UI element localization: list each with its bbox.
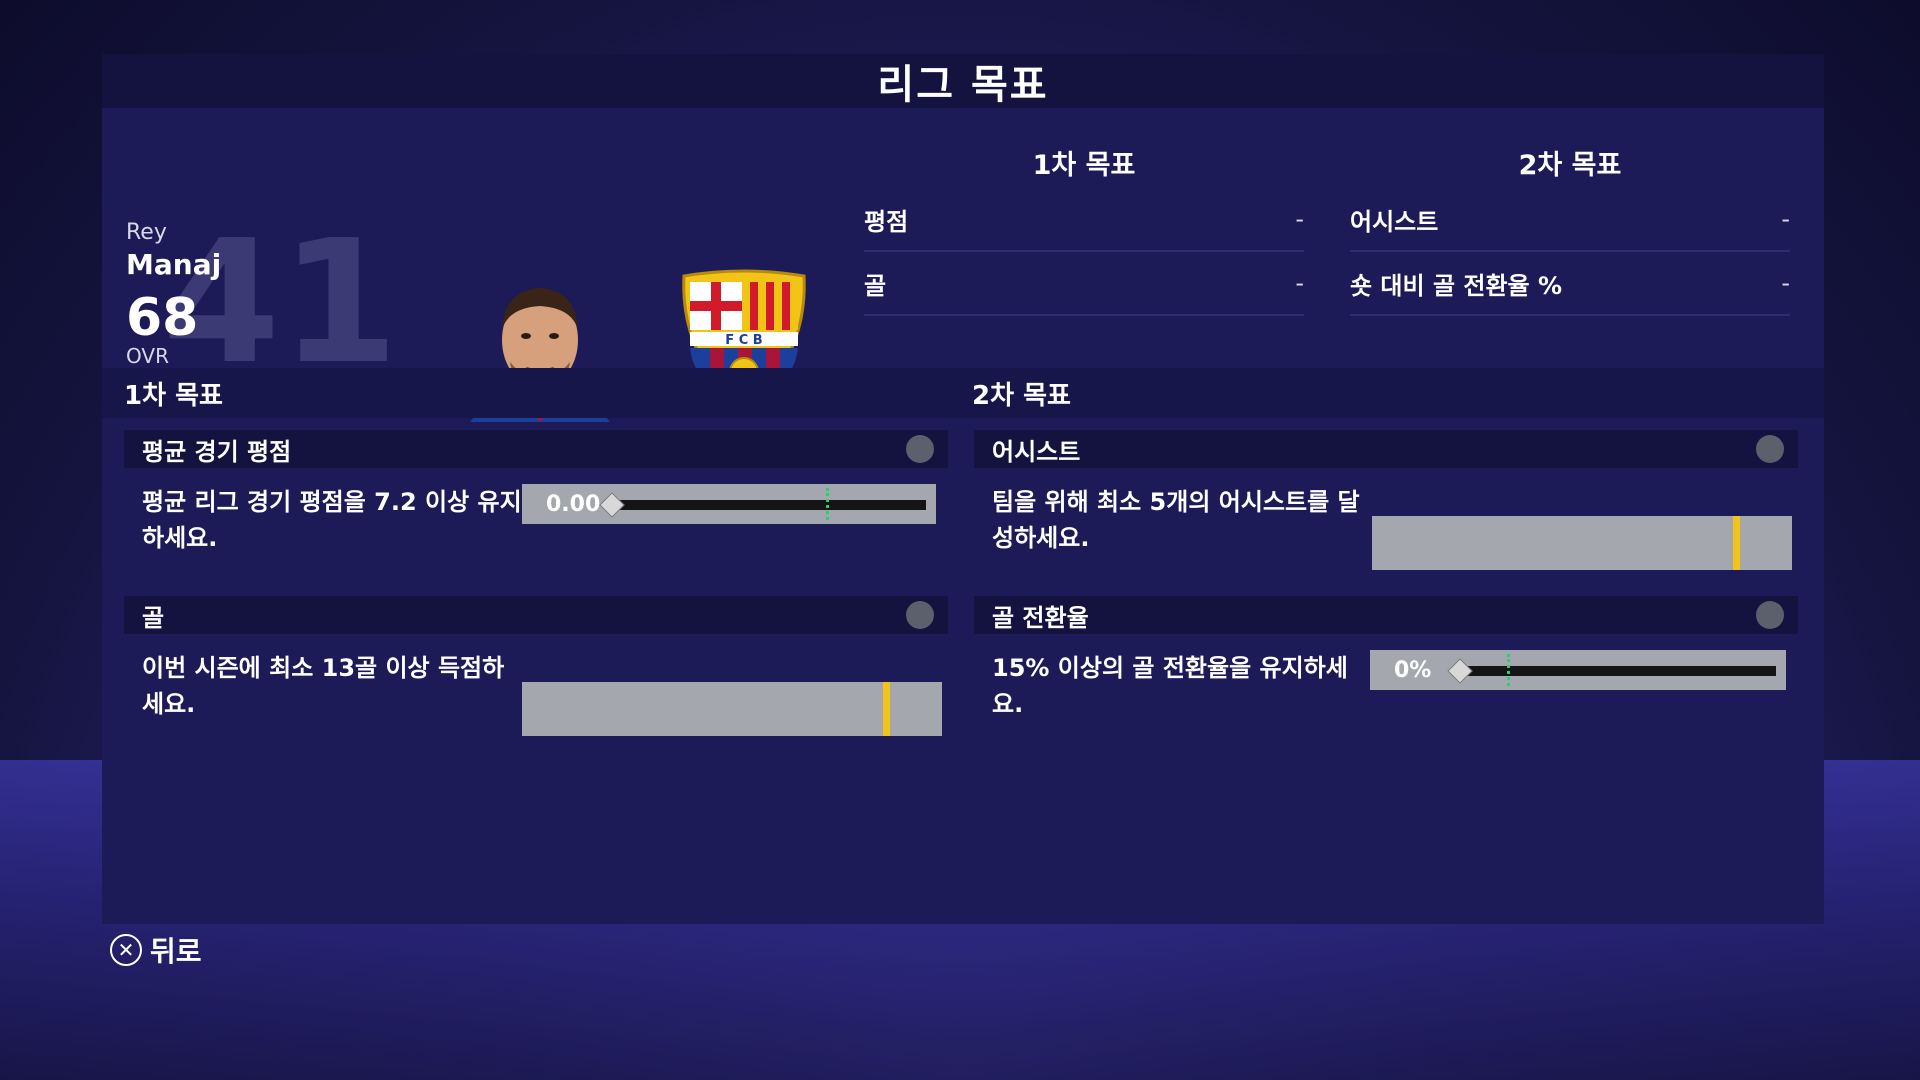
summary-row-label: 평점 <box>864 207 909 236</box>
svg-text:F C B: F C B <box>725 333 762 348</box>
primary-section-title: 1차 목표 <box>124 380 223 411</box>
page-title: 리그 목표 <box>877 62 1049 108</box>
objective-card-conversion[interactable]: 골 전환율 15% 이상의 골 전환율을 유지하세요. 0% <box>974 596 1798 746</box>
objective-header: 골 <box>124 596 948 634</box>
summary-secondary-heading: 2차 목표 <box>1518 150 1622 181</box>
cross-button-icon: ✕ <box>110 934 142 966</box>
slider-thumb-icon <box>599 492 625 518</box>
player-first-name: Rey <box>126 220 167 245</box>
page-title-bar: 리그 목표 <box>102 54 1824 108</box>
objective-progress-slider: 0.00 <box>522 484 936 524</box>
objective-status-indicator <box>1756 601 1784 629</box>
summary-row: 숏 대비 골 전환율 % - <box>1350 252 1790 316</box>
summary-row-label: 숏 대비 골 전환율 % <box>1350 271 1563 300</box>
objective-description: 팀을 위해 최소 5개의 어시스트를 달성하세요. <box>992 488 1360 552</box>
league-objectives-panel: 리그 목표 41 Rey Manaj 68 OVR ST <box>102 54 1824 924</box>
objective-header: 어시스트 <box>974 430 1798 468</box>
secondary-section-title: 2차 목표 <box>972 380 1071 411</box>
objective-header: 평균 경기 평점 <box>124 430 948 468</box>
summary-row: 골 - <box>864 252 1304 316</box>
player-last-name: Manaj <box>126 248 222 281</box>
summary-row-value: - <box>1295 269 1304 297</box>
slider-thumb-icon <box>1447 658 1473 684</box>
objective-status-indicator <box>906 435 934 463</box>
objective-name: 골 <box>142 603 165 632</box>
summary-row: 평점 - <box>864 188 1304 252</box>
summary-row-label: 골 <box>864 271 887 300</box>
summary-secondary: 2차 목표 어시스트 - 숏 대비 골 전환율 % - <box>1350 108 1790 316</box>
target-marker <box>883 682 891 736</box>
back-button[interactable]: ✕ 뒤로 <box>110 930 202 970</box>
objective-description: 15% 이상의 골 전환율을 유지하세요. <box>992 654 1348 718</box>
summary-row: 어시스트 - <box>1350 188 1790 252</box>
objective-card-goals[interactable]: 골 이번 시즌에 최소 13골 이상 득점하세요. <box>124 596 948 746</box>
objective-header: 골 전환율 <box>974 596 1798 634</box>
target-marker <box>1507 654 1511 686</box>
summary-row-value: - <box>1781 205 1790 233</box>
objective-name: 어시스트 <box>992 437 1081 466</box>
target-marker <box>1733 516 1741 570</box>
back-label: 뒤로 <box>150 935 202 968</box>
player-ovr-label: OVR <box>126 344 169 368</box>
objective-name: 골 전환율 <box>992 603 1089 632</box>
objective-progress-bar <box>522 682 942 736</box>
objective-name: 평균 경기 평점 <box>142 437 292 466</box>
objective-card-assists[interactable]: 어시스트 팀을 위해 최소 5개의 어시스트를 달성하세요. <box>974 430 1798 580</box>
summary-row-value: - <box>1781 269 1790 297</box>
objective-description: 평균 리그 경기 평점을 7.2 이상 유지하세요. <box>142 488 522 552</box>
player-ovr-value: 68 <box>126 288 199 348</box>
slider-track <box>612 500 926 510</box>
summary-row-label: 어시스트 <box>1350 207 1439 236</box>
objective-card-rating[interactable]: 평균 경기 평점 평균 리그 경기 평점을 7.2 이상 유지하세요. 0.00 <box>124 430 948 580</box>
objective-progress-bar <box>1372 516 1792 570</box>
summary-primary: 1차 목표 평점 - 골 - <box>864 108 1304 316</box>
objective-current-value: 0% <box>1394 657 1432 683</box>
summary-primary-heading: 1차 목표 <box>1032 150 1136 181</box>
objective-section-bar: 1차 목표 2차 목표 <box>102 368 1824 418</box>
target-marker <box>825 488 829 520</box>
objective-current-value: 0.00 <box>546 491 601 517</box>
objective-status-indicator <box>906 601 934 629</box>
objective-status-indicator <box>1756 435 1784 463</box>
objective-description: 이번 시즌에 최소 13골 이상 득점하세요. <box>142 654 505 718</box>
summary-row-value: - <box>1295 205 1304 233</box>
objective-progress-slider: 0% <box>1370 650 1786 690</box>
